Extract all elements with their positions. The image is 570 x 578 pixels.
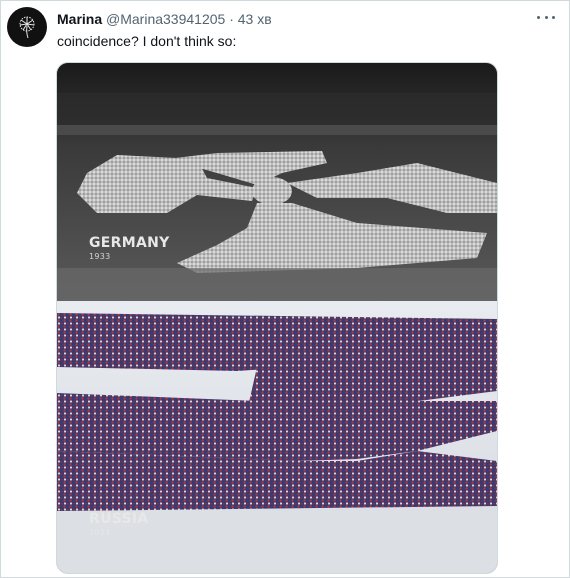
caption-russia-country: RUSSIA	[89, 511, 149, 527]
tweet-card[interactable]: Marina @Marina33941205 · 43 хв coinciden…	[0, 0, 570, 578]
caption-russia: RUSSIA 2024	[89, 511, 149, 539]
caption-russia-year: 2024	[89, 528, 111, 537]
tweet-header: Marina @Marina33941205 · 43 хв	[57, 11, 529, 27]
caption-germany-country: GERMANY	[89, 235, 170, 251]
author-name[interactable]: Marina	[57, 11, 102, 27]
tweet-time[interactable]: 43 хв	[238, 11, 272, 27]
caption-germany: GERMANY 1933	[89, 235, 170, 263]
header-separator: ·	[229, 11, 234, 27]
dandelion-icon	[19, 16, 35, 39]
author-handle[interactable]: @Marina33941205	[106, 11, 225, 27]
tweet-text: coincidence? I don't think so:	[57, 33, 237, 49]
more-options-icon[interactable]	[537, 13, 555, 21]
caption-germany-year: 1933	[89, 252, 111, 261]
photo-germany	[57, 63, 497, 301]
tweet-media[interactable]: GERMANY 1933 RUSSIA 2024	[56, 62, 498, 574]
avatar[interactable]	[7, 7, 47, 47]
